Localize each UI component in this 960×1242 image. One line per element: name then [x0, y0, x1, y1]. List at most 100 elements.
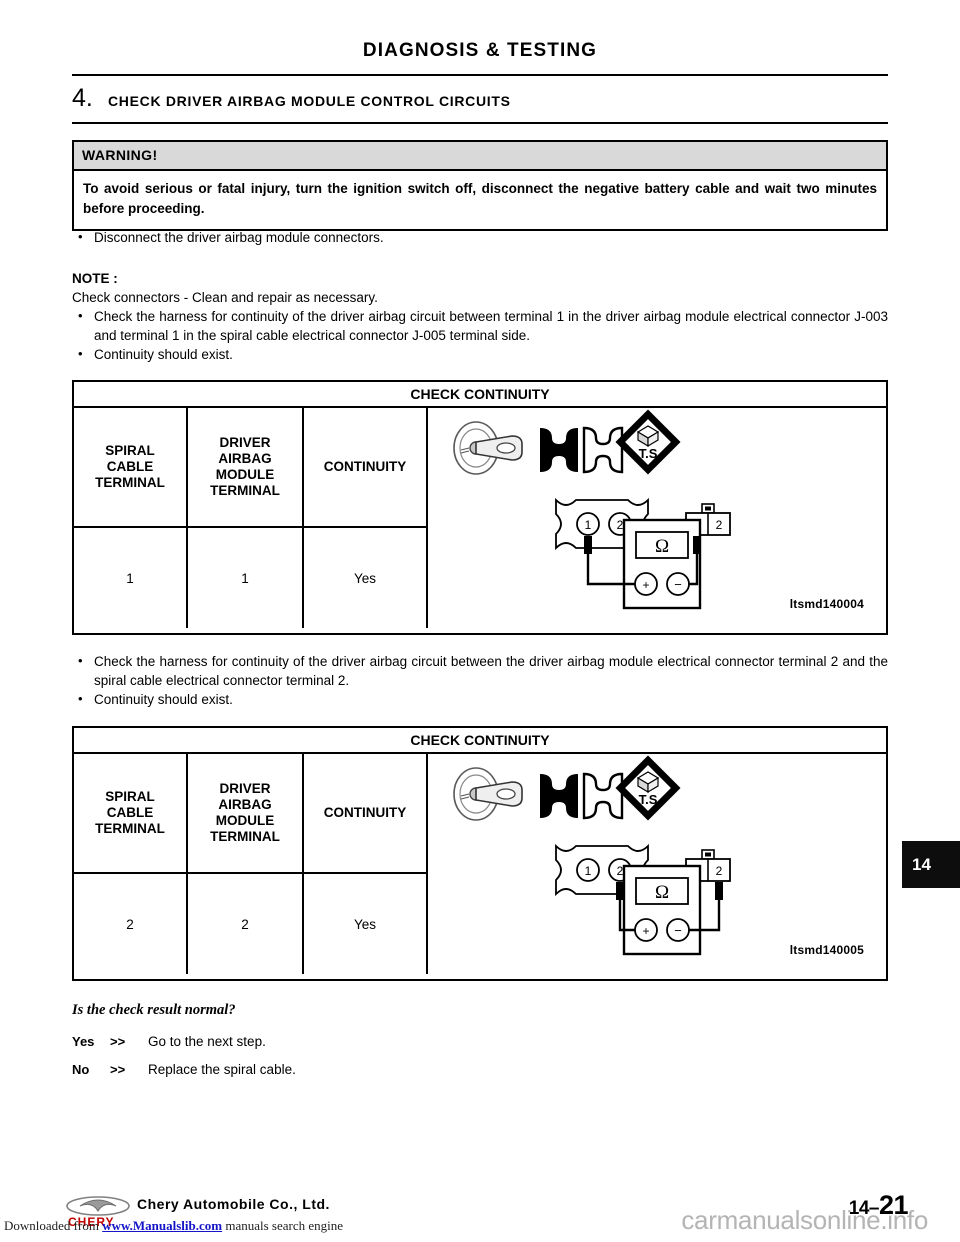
- column-header-spiral-cable-terminal: SPIRAL CABLE TERMINAL: [74, 754, 188, 872]
- answer-key: No: [72, 1062, 90, 1077]
- header-line: CABLE: [106, 805, 154, 820]
- cell-spiral-cable-terminal: 2: [74, 874, 188, 974]
- cell-driver-airbag-module-terminal: 2: [188, 874, 304, 974]
- footer-company: Chery Automobile Co., Ltd.: [137, 1196, 330, 1212]
- table-row: 2 2 Yes: [74, 874, 428, 974]
- meter-positive-terminal: +: [642, 578, 649, 592]
- header-line: AIRBAG: [218, 797, 272, 812]
- figure-caption: ltsmd140004: [789, 597, 864, 611]
- cell-continuity: Yes: [304, 874, 428, 974]
- decision-question: Is the check result normal?: [72, 1002, 236, 1018]
- header-line: AIRBAG: [218, 451, 272, 466]
- probe-tip-right: [715, 882, 723, 900]
- note-label: NOTE :: [72, 271, 118, 286]
- module-pin-2: 2: [716, 864, 723, 878]
- cell-continuity: Yes: [304, 528, 428, 628]
- table-header-row: SPIRAL CABLE TERMINAL DRIVER AIRBAG MODU…: [74, 408, 428, 528]
- ohmmeter: Ω + −: [622, 864, 702, 956]
- probe-tip-left: [616, 882, 624, 900]
- column-header-driver-airbag-module-terminal: DRIVER AIRBAG MODULE TERMINAL: [188, 408, 304, 526]
- note-text: Check connectors - Clean and repair as n…: [72, 290, 378, 305]
- header-line: SPIRAL: [105, 789, 155, 804]
- page-title: DIAGNOSIS & TESTING: [362, 40, 598, 61]
- answer-key: Yes: [72, 1034, 95, 1049]
- column-header-continuity: CONTINUITY: [304, 754, 428, 872]
- meter-positive-terminal: +: [642, 924, 649, 938]
- header-line: TERMINAL: [95, 475, 165, 490]
- download-source-note: Downloaded from www.Manualslib.com manua…: [4, 1218, 343, 1234]
- step-heading: 4. CHECK DRIVER AIRBAG MODULE CONTROL CI…: [72, 84, 888, 118]
- header-line: TERMINAL: [210, 483, 280, 498]
- header-line: SPIRAL: [105, 443, 155, 458]
- answer-text: Go to the next step.: [148, 1034, 266, 1049]
- list-item: Disconnect the driver airbag module conn…: [72, 227, 888, 247]
- ts-diamond-icon: T.S: [615, 409, 681, 475]
- spiral-pin-2: 2: [617, 518, 624, 532]
- ts-diamond-icon: T.S: [615, 755, 681, 821]
- check-continuity-table-1: CHECK CONTINUITY SPIRAL CABLE TERMINAL D…: [72, 380, 888, 635]
- note-block: NOTE : Check connectors - Clean and repa…: [72, 269, 888, 364]
- mid-bullet-list: Check the harness for continuity of the …: [72, 651, 888, 709]
- probe-tip-left: [584, 536, 592, 554]
- table-title: CHECK CONTINUITY: [74, 728, 886, 754]
- list-item: Continuity should exist.: [72, 344, 888, 364]
- ignition-key-off-icon: [453, 421, 523, 475]
- decision-answer-yes: Yes >> Go to the next step.: [72, 1034, 572, 1054]
- chapter-tab: 14: [902, 841, 960, 888]
- manual-page: DIAGNOSIS & TESTING 4. CHECK DRIVER AIRB…: [0, 0, 960, 1242]
- answer-arrow: >>: [110, 1062, 126, 1077]
- check-continuity-table-2: CHECK CONTINUITY SPIRAL CABLE TERMINAL D…: [72, 726, 888, 981]
- answer-arrow: >>: [110, 1034, 126, 1049]
- step-title: CHECK DRIVER AIRBAG MODULE CONTROL CIRCU…: [108, 93, 511, 109]
- header-line: CABLE: [106, 459, 154, 474]
- header-line: DRIVER: [219, 781, 271, 796]
- step-number: 4.: [72, 84, 93, 112]
- warning-body: To avoid serious or fatal injury, turn t…: [83, 181, 877, 216]
- header-line: DRIVER: [219, 435, 271, 450]
- decision-answer-no: No >> Replace the spiral cable.: [72, 1062, 572, 1082]
- ohm-symbol: Ω: [655, 536, 669, 557]
- disconnected-connector-icon: [540, 426, 624, 474]
- answer-text: Replace the spiral cable.: [148, 1062, 296, 1077]
- intro-bullet-list: Disconnect the driver airbag module conn…: [72, 227, 888, 247]
- cell-spiral-cable-terminal: 1: [74, 528, 188, 628]
- page-number: 14–21: [848, 1190, 909, 1221]
- warning-box: WARNING! To avoid serious or fatal injur…: [72, 140, 888, 231]
- download-prefix: Downloaded from: [4, 1218, 103, 1233]
- header-line: MODULE: [215, 813, 275, 828]
- table-row: 1 1 Yes: [74, 528, 428, 628]
- step-divider: [72, 122, 888, 124]
- cell-driver-airbag-module-terminal: 1: [188, 528, 304, 628]
- figure-continuity-terminal-2: T.S 1 2 1 2: [428, 754, 886, 979]
- column-header-spiral-cable-terminal: SPIRAL CABLE TERMINAL: [74, 408, 188, 526]
- ts-label: T.S: [639, 446, 658, 461]
- module-pin-2: 2: [716, 518, 723, 532]
- list-item: Check the harness for continuity of the …: [72, 651, 888, 690]
- header-line: MODULE: [215, 467, 275, 482]
- header-line: TERMINAL: [95, 821, 165, 836]
- page-chapter-prefix: 14–: [848, 1198, 880, 1219]
- spiral-pin-1: 1: [585, 864, 592, 878]
- list-item: Continuity should exist.: [72, 689, 888, 709]
- spiral-pin-2: 2: [617, 864, 624, 878]
- wiring-diagram-svg: T.S 1 2 1 2: [453, 755, 731, 956]
- table-title: CHECK CONTINUITY: [74, 382, 886, 408]
- manualslib-link[interactable]: www.Manualslib.com: [102, 1218, 222, 1233]
- figure-caption: ltsmd140005: [789, 943, 864, 957]
- header-divider: [72, 74, 888, 76]
- disconnected-connector-icon: [540, 772, 624, 820]
- page-number-value: 21: [878, 1190, 909, 1220]
- ohmmeter: Ω + −: [622, 518, 702, 610]
- ts-label: T.S: [639, 792, 658, 807]
- probe-tip-right: [693, 536, 701, 554]
- meter-negative-terminal: −: [674, 923, 682, 938]
- wiring-diagram-svg: T.S 1 2 2 Ω + −: [453, 409, 731, 610]
- list-item: Check the harness for continuity of the …: [72, 306, 888, 345]
- spiral-pin-1: 1: [585, 518, 592, 532]
- header-line: TERMINAL: [210, 829, 280, 844]
- meter-negative-terminal: −: [674, 577, 682, 592]
- column-header-driver-airbag-module-terminal: DRIVER AIRBAG MODULE TERMINAL: [188, 754, 304, 872]
- ignition-key-off-icon: [453, 767, 523, 821]
- table-header-row: SPIRAL CABLE TERMINAL DRIVER AIRBAG MODU…: [74, 754, 428, 874]
- ohm-symbol: Ω: [655, 882, 669, 903]
